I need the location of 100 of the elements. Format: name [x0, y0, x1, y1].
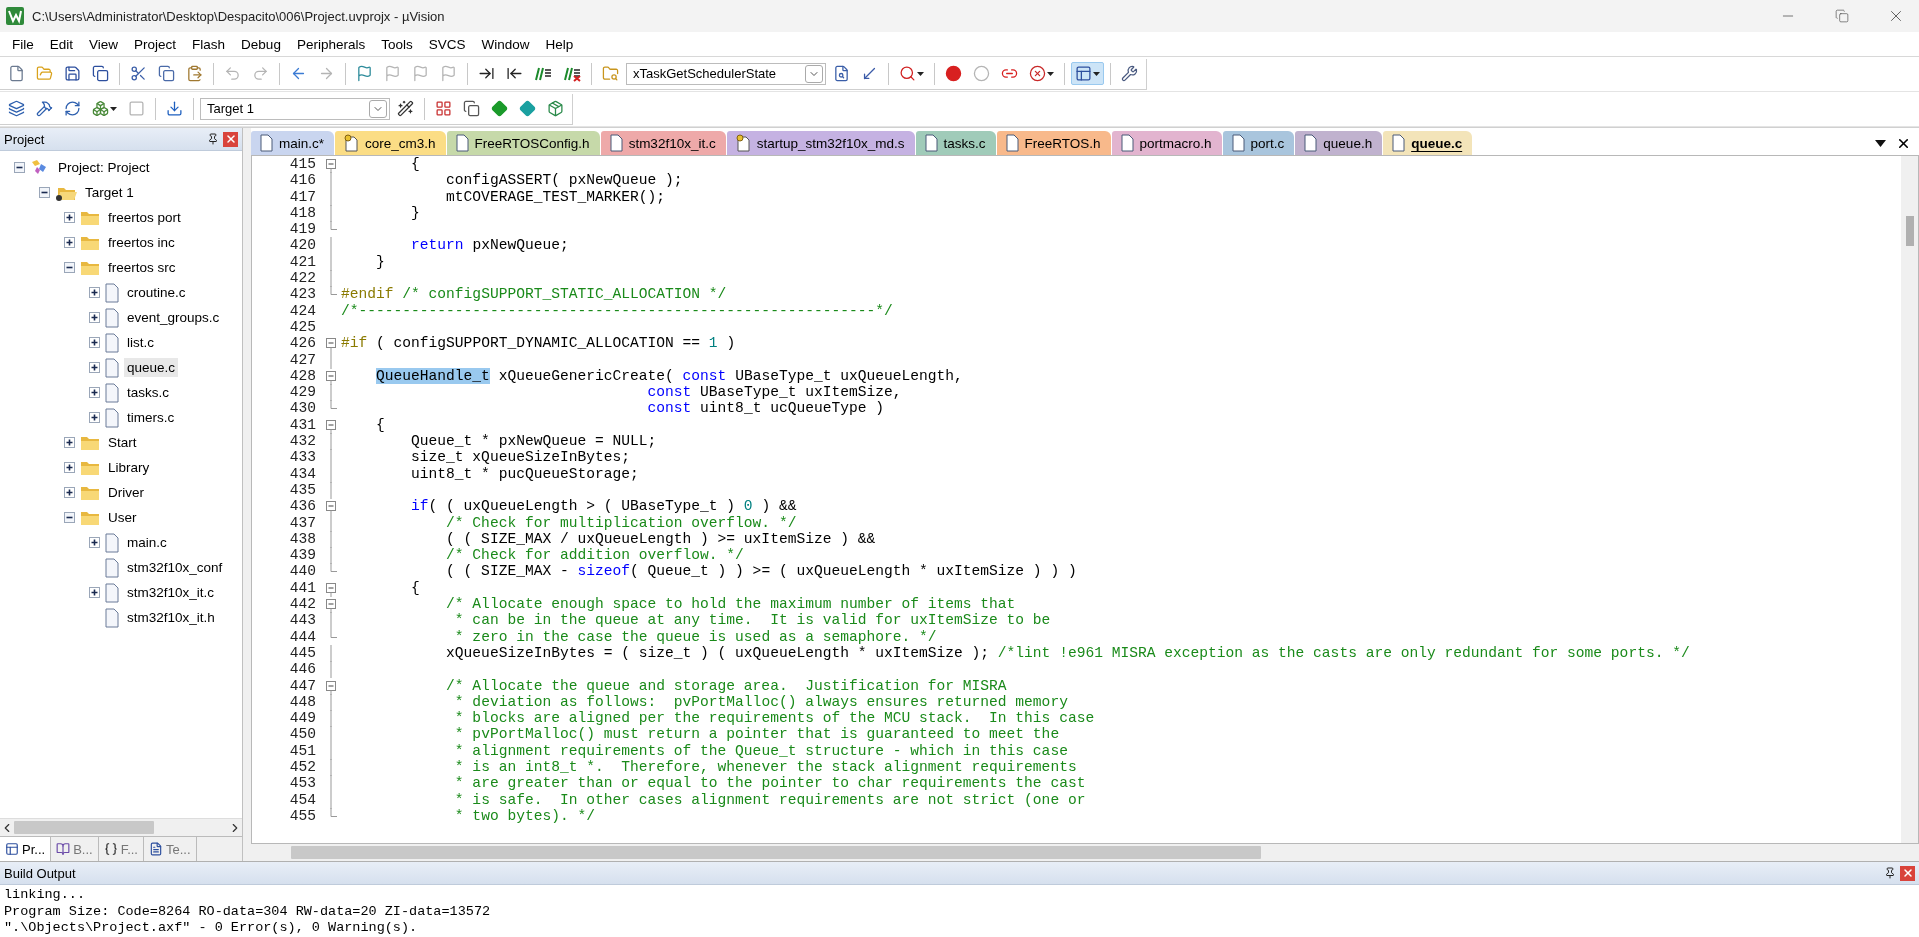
expand-toggle[interactable] — [89, 337, 100, 348]
tree-item[interactable]: User — [105, 508, 140, 527]
tree-item[interactable]: list.c — [124, 333, 157, 352]
comment-icon[interactable] — [534, 65, 552, 82]
expand-toggle[interactable] — [89, 412, 100, 423]
file-tab[interactable]: core_cm3.h — [335, 131, 446, 155]
close-icon[interactable] — [1896, 136, 1911, 151]
menu-item[interactable]: File — [4, 34, 42, 54]
tree-item[interactable]: stm32f10x_conf — [124, 558, 226, 577]
uncomment-icon[interactable] — [563, 65, 581, 82]
stack-icon[interactable] — [8, 100, 25, 117]
wrench-icon[interactable] — [1121, 65, 1138, 82]
dropdown-field[interactable]: Target 1 — [200, 97, 390, 120]
scrollbar[interactable] — [0, 818, 242, 836]
expand-toggle[interactable] — [89, 362, 100, 373]
blocks-icon[interactable] — [435, 100, 452, 117]
build-icon[interactable] — [36, 100, 53, 117]
expand-toggle[interactable] — [89, 287, 100, 298]
menu-item[interactable]: SVCS — [420, 34, 474, 54]
panel-tab[interactable]: Pr... — [0, 837, 52, 861]
menu-item[interactable]: Edit — [41, 34, 82, 54]
caret-icon[interactable] — [917, 71, 924, 76]
menu-item[interactable]: Peripherals — [288, 34, 374, 54]
toggle-button[interactable] — [1071, 62, 1104, 85]
tree-item[interactable]: timers.c — [124, 408, 178, 427]
collapse-toggle[interactable] — [64, 262, 75, 273]
expand-toggle[interactable] — [64, 437, 75, 448]
restore-icon[interactable] — [1835, 9, 1849, 23]
expand-toggle[interactable] — [89, 312, 100, 323]
tree-item[interactable]: croutine.c — [124, 283, 189, 302]
file-tab[interactable]: port.c — [1222, 131, 1295, 155]
tree-item[interactable]: stm32f10x_it.c — [124, 583, 218, 602]
collapse-icon[interactable] — [326, 498, 336, 516]
dropdown-icon[interactable] — [1875, 140, 1886, 147]
file-tab[interactable]: queue.h — [1295, 131, 1383, 155]
package-icon[interactable] — [547, 100, 564, 117]
download-icon[interactable] — [166, 100, 183, 117]
tree-item[interactable]: Library — [105, 458, 153, 477]
expand-toggle[interactable] — [89, 587, 100, 598]
save-icon[interactable] — [64, 65, 81, 82]
file-tab[interactable]: tasks.c — [915, 131, 996, 155]
tree-item[interactable]: freertos src — [105, 258, 179, 277]
tree-item[interactable]: Project: Project — [55, 158, 153, 177]
expand-toggle[interactable] — [64, 487, 75, 498]
menu-item[interactable]: Window — [473, 34, 538, 54]
expand-toggle[interactable] — [89, 387, 100, 398]
find-folder-icon[interactable] — [602, 65, 619, 82]
caret-icon[interactable] — [1093, 71, 1100, 76]
tree-item[interactable]: tasks.c — [124, 383, 172, 402]
window-layout-icon[interactable] — [1075, 65, 1092, 82]
expand-toggle[interactable] — [89, 537, 100, 548]
diamond-icon[interactable] — [519, 100, 536, 117]
expand-toggle[interactable] — [64, 462, 75, 473]
new-file-icon[interactable] — [8, 65, 25, 82]
collapse-toggle[interactable] — [39, 187, 50, 198]
tree-item[interactable]: Start — [105, 433, 140, 452]
search-icon[interactable] — [899, 65, 916, 82]
pin-icon[interactable] — [207, 133, 219, 145]
file-tab[interactable]: FreeRTOSConfig.h — [446, 131, 600, 155]
menu-item[interactable]: Tools — [373, 34, 421, 54]
file-tab[interactable]: portmacro.h — [1111, 131, 1222, 155]
tree-item[interactable]: event_groups.c — [124, 308, 223, 327]
tree-item[interactable]: stm32f10x_it.h — [124, 608, 218, 627]
expand-toggle[interactable] — [64, 212, 75, 223]
tree-item[interactable]: queue.c — [124, 358, 179, 377]
scroll-thumb[interactable] — [291, 846, 1261, 859]
tree-item[interactable]: freertos inc — [105, 233, 178, 252]
scrollbar[interactable] — [1901, 156, 1918, 843]
windows-icon[interactable] — [463, 100, 480, 117]
file-tab[interactable]: queue.c — [1383, 131, 1473, 155]
tree-item[interactable]: freertos port — [105, 208, 184, 227]
scroll-thumb[interactable] — [1905, 216, 1914, 246]
indent-icon[interactable] — [478, 65, 495, 82]
expand-toggle[interactable] — [64, 237, 75, 248]
collapse-icon[interactable] — [326, 335, 336, 353]
cut-icon[interactable] — [130, 65, 147, 82]
caret-icon[interactable] — [1047, 71, 1054, 76]
dropdown-field[interactable]: xTaskGetSchedulerState — [626, 62, 826, 85]
diamond-icon[interactable] — [491, 100, 508, 117]
tree-item[interactable]: Driver — [105, 483, 147, 502]
collapse-icon[interactable] — [326, 156, 336, 173]
rebuild-icon[interactable] — [64, 100, 81, 117]
file-tab[interactable]: stm32f10x_it.c — [600, 131, 726, 155]
collapse-icon[interactable] — [326, 596, 336, 613]
pin-icon[interactable] — [1884, 867, 1896, 879]
menu-item[interactable]: Project — [126, 34, 185, 54]
save-all-icon[interactable] — [92, 65, 109, 82]
collapse-toggle[interactable] — [64, 512, 75, 523]
scroll-thumb[interactable] — [14, 821, 154, 834]
paste-icon[interactable] — [186, 65, 203, 82]
breakpoint-icon[interactable] — [945, 65, 962, 82]
batch-build-icon[interactable] — [92, 100, 109, 117]
find-file-icon[interactable] — [833, 65, 850, 82]
file-tab[interactable]: FreeRTOS.h — [996, 131, 1111, 155]
menu-item[interactable]: Help — [537, 34, 582, 54]
arrow-icon[interactable] — [861, 65, 878, 82]
collapse-toggle[interactable] — [14, 162, 25, 173]
breakpoint-x-icon[interactable] — [1029, 65, 1046, 82]
tree-item[interactable]: Target 1 — [82, 183, 137, 202]
tree-item[interactable]: main.c — [124, 533, 170, 552]
